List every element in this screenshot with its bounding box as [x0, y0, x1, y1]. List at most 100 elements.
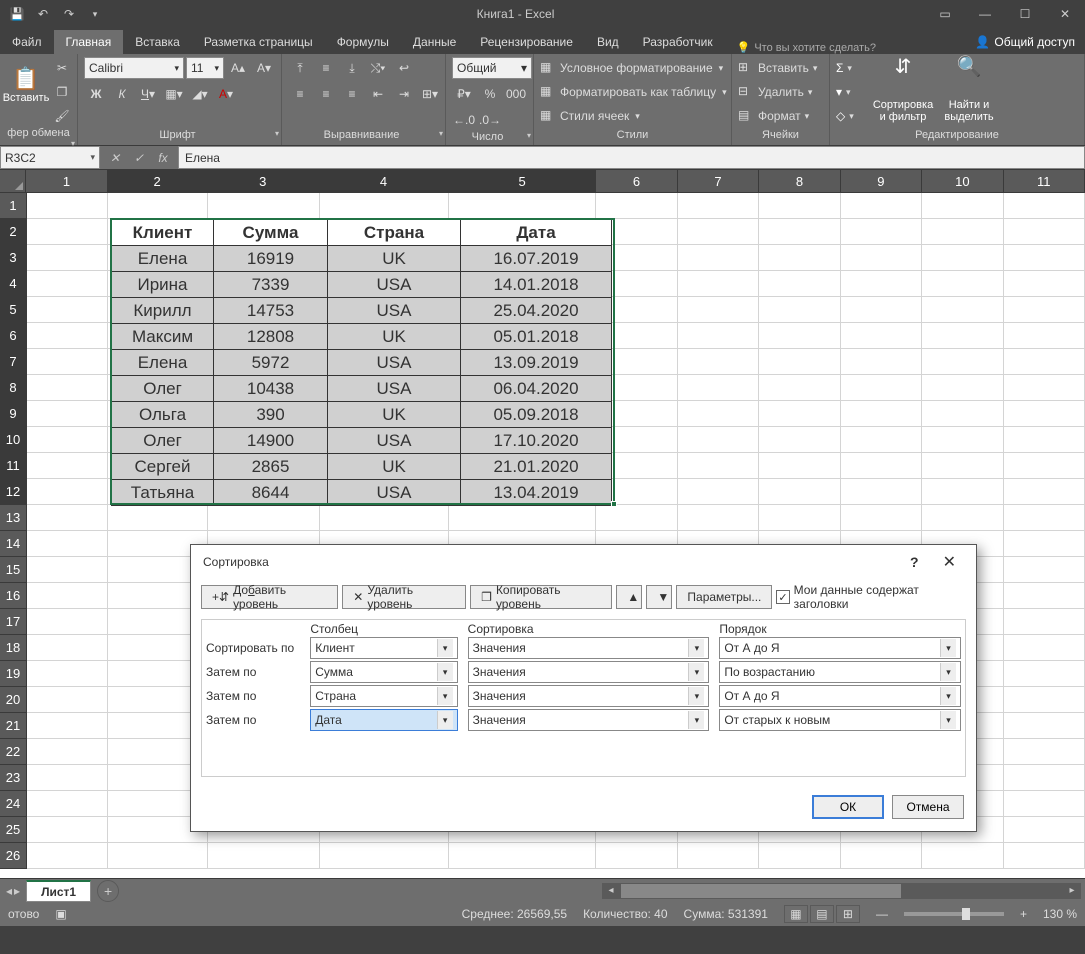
tab-home[interactable]: Главная [54, 30, 124, 54]
cell[interactable] [596, 843, 677, 869]
row-header[interactable]: 9 [0, 401, 27, 427]
align-right-button[interactable]: ≡ [340, 83, 364, 105]
table-cell[interactable]: 14.01.2018 [460, 271, 612, 298]
cell[interactable] [1004, 427, 1085, 453]
cell[interactable] [922, 453, 1003, 479]
cell[interactable] [27, 765, 108, 791]
row-header[interactable]: 16 [0, 583, 27, 609]
enter-formula-button[interactable]: ✓ [128, 148, 150, 168]
cell[interactable] [759, 479, 840, 505]
cell[interactable] [1004, 375, 1085, 401]
cell[interactable] [841, 219, 922, 245]
copy-level-button[interactable]: ❐Копировать уровень [470, 585, 612, 609]
copy-button[interactable]: ❐ [50, 81, 74, 103]
sort-select[interactable]: Значения▾ [468, 637, 710, 659]
cell[interactable] [1004, 219, 1085, 245]
cell[interactable] [1004, 791, 1085, 817]
table-cell[interactable]: USA [327, 271, 461, 298]
comma-button[interactable]: 000 [504, 83, 528, 105]
cell[interactable] [27, 713, 108, 739]
cell[interactable] [27, 427, 108, 453]
italic-button[interactable]: К [110, 83, 134, 105]
cell[interactable] [1004, 401, 1085, 427]
cell[interactable] [108, 193, 208, 219]
conditional-formatting-button[interactable]: ▦Условное форматирование▾ [540, 57, 723, 79]
tab-file[interactable]: Файл [0, 30, 54, 54]
cell[interactable] [449, 193, 596, 219]
cell[interactable] [27, 401, 108, 427]
row-header[interactable]: 11 [0, 453, 27, 479]
cell[interactable] [678, 401, 759, 427]
sort-select[interactable]: Значения▾ [468, 709, 710, 731]
column-header[interactable]: 7 [678, 170, 759, 193]
cell[interactable] [1004, 765, 1085, 791]
cell[interactable] [1004, 193, 1085, 219]
table-cell[interactable]: 05.01.2018 [460, 323, 612, 350]
cell[interactable] [1004, 531, 1085, 557]
redo-button[interactable]: ↷ [58, 3, 80, 25]
cell[interactable] [841, 401, 922, 427]
align-top-button[interactable]: ⤒ [288, 57, 312, 79]
row-header[interactable]: 25 [0, 817, 27, 843]
cell[interactable] [27, 271, 108, 297]
bold-button[interactable]: Ж [84, 83, 108, 105]
cell[interactable] [759, 297, 840, 323]
decrease-decimal-button[interactable]: .0→ [478, 109, 502, 131]
move-up-button[interactable]: ▲ [616, 585, 642, 609]
cell[interactable] [1004, 245, 1085, 271]
cell[interactable] [1004, 609, 1085, 635]
cell[interactable] [678, 219, 759, 245]
table-cell[interactable]: USA [327, 349, 461, 376]
move-down-button[interactable]: ▼ [646, 585, 672, 609]
cell[interactable] [841, 375, 922, 401]
row-header[interactable]: 3 [0, 245, 27, 271]
table-cell[interactable]: Ольга [111, 401, 214, 428]
next-sheet-button[interactable]: ▸ [14, 884, 20, 898]
underline-button[interactable]: Ч▾ [136, 83, 160, 105]
column-header[interactable]: 9 [841, 170, 922, 193]
cell[interactable] [759, 323, 840, 349]
cell[interactable] [1004, 479, 1085, 505]
scroll-left-button[interactable]: ◂ [602, 883, 620, 899]
table-cell[interactable]: 14900 [213, 427, 328, 454]
cell[interactable] [678, 505, 759, 531]
borders-button[interactable]: ▦▾ [162, 83, 186, 105]
maximize-button[interactable]: ☐ [1005, 0, 1045, 28]
font-name-select[interactable]: Calibri▾ [84, 57, 184, 79]
cell[interactable] [27, 661, 108, 687]
cell[interactable] [678, 245, 759, 271]
cell[interactable] [27, 791, 108, 817]
cell[interactable] [27, 635, 108, 661]
tab-review[interactable]: Рецензирование [468, 30, 585, 54]
table-cell[interactable]: USA [327, 479, 461, 506]
column-header[interactable]: 2 [108, 170, 208, 193]
cell[interactable] [1004, 635, 1085, 661]
table-cell[interactable]: Кирилл [111, 297, 214, 324]
cell[interactable] [678, 297, 759, 323]
table-header[interactable]: Сумма [213, 219, 328, 246]
row-header[interactable]: 23 [0, 765, 27, 791]
qat-customize[interactable]: ▾ [84, 3, 106, 25]
format-painter-button[interactable]: 🖌 [50, 105, 74, 127]
cell[interactable] [922, 297, 1003, 323]
cell[interactable] [27, 609, 108, 635]
tab-formulas[interactable]: Формулы [325, 30, 401, 54]
table-cell[interactable]: 5972 [213, 349, 328, 376]
cancel-button[interactable]: Отмена [892, 795, 964, 819]
paste-button[interactable]: 📋 Вставить [6, 57, 46, 113]
row-header[interactable]: 1 [0, 193, 27, 219]
sort-filter-button[interactable]: ⇵ Сортировка и фильтр [872, 57, 934, 123]
cell[interactable] [841, 505, 922, 531]
table-cell[interactable]: USA [327, 427, 461, 454]
cell[interactable] [1004, 453, 1085, 479]
table-cell[interactable]: 12808 [213, 323, 328, 350]
table-cell[interactable]: 390 [213, 401, 328, 428]
table-cell[interactable]: Олег [111, 427, 214, 454]
table-cell[interactable]: Сергей [111, 453, 214, 480]
cell[interactable] [1004, 687, 1085, 713]
table-cell[interactable]: 14753 [213, 297, 328, 324]
table-cell[interactable]: 06.04.2020 [460, 375, 612, 402]
cell[interactable] [759, 193, 840, 219]
row-header[interactable]: 17 [0, 609, 27, 635]
close-button[interactable]: ✕ [1045, 0, 1085, 28]
